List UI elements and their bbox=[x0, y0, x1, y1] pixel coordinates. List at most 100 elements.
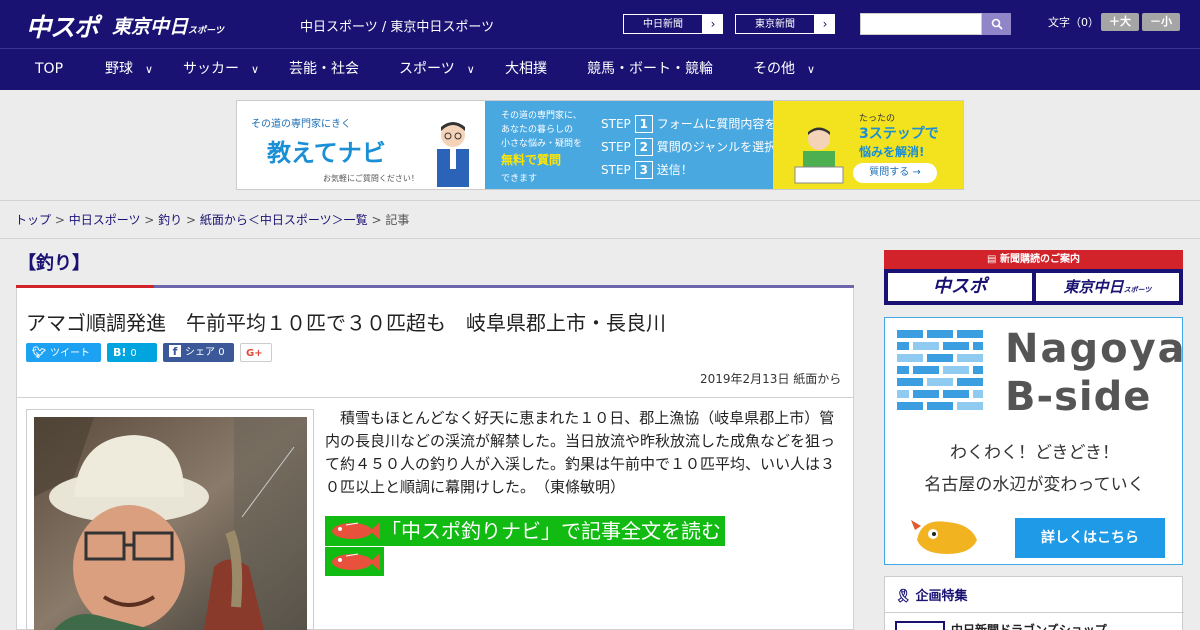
facebook-icon: f bbox=[169, 345, 181, 358]
banner-steps: STEP 1 フォームに質問内容を入力 STEP 2 質問のジャンルを選択 STEP 3 送… bbox=[601, 115, 800, 184]
banner-middle-panel: その道の専門家に、 あなたの暮らしの 小さな悩み・疑問を 無料で質問 できます … bbox=[485, 101, 800, 189]
subscription-header: ▤ 新聞購読のご案内 bbox=[884, 250, 1183, 269]
banner-free-question: 無料で質問 bbox=[501, 153, 562, 167]
font-larger-button[interactable]: ＋大 bbox=[1101, 13, 1139, 31]
tokyo-chunichi-logo[interactable]: 東京中日スポーツ bbox=[112, 12, 224, 39]
breadcrumb: トップ > 中日スポーツ > 釣り > 紙面から＜中日スポーツ＞一覧 > 記事 bbox=[15, 211, 409, 228]
chevron-down-icon: ∨ bbox=[466, 63, 475, 76]
banner-title: 教えてナビ bbox=[267, 139, 386, 167]
nav-label: スポーツ bbox=[399, 61, 455, 77]
banner-intro-line: 小さな悩み・疑問を bbox=[501, 139, 583, 149]
breadcrumb-link[interactable]: 紙面から＜中日スポーツ＞一覧 bbox=[200, 213, 368, 227]
banner-left-panel: その道の専門家にきく 教えてナビ お気軽にご質問ください！ bbox=[237, 101, 485, 189]
nav-label: 競馬・ボート・競輪 bbox=[587, 61, 713, 77]
bside-title-2: B-side bbox=[1005, 374, 1152, 420]
ebi-fry-mascot-icon bbox=[911, 520, 977, 554]
nav-label: 大相撲 bbox=[505, 61, 547, 77]
consultant-illustration-icon bbox=[437, 122, 469, 187]
article-date: 2019年2月13日 紙面から bbox=[700, 372, 842, 386]
chuspo-logo[interactable]: 中スポ bbox=[26, 8, 99, 44]
step-number: 3 bbox=[634, 161, 653, 179]
subscribe-chuspo-link[interactable]: 中スポ bbox=[888, 273, 1032, 301]
breadcrumb-link[interactable]: トップ bbox=[15, 213, 51, 227]
subscribe-tokyo-suffix: スポーツ bbox=[1123, 286, 1152, 294]
nav-item-top[interactable]: TOP bbox=[35, 49, 63, 90]
subscribe-tokyo-label: 東京中日 bbox=[1063, 278, 1124, 296]
banner-intro-line: あなたの暮らしの bbox=[501, 125, 574, 135]
bside-details-button[interactable]: 詳しくはこちら bbox=[1015, 518, 1165, 558]
article-headline: アマゴ順調発進 午前平均１０匹で３０匹超も 岐阜県郡上市・長良川 bbox=[26, 311, 666, 335]
banner-step: STEP 3 送信！ bbox=[601, 161, 800, 179]
fish-icon bbox=[332, 553, 380, 571]
banner-available: できます bbox=[501, 174, 538, 184]
google-plus-button[interactable]: G+ bbox=[240, 343, 272, 362]
font-smaller-button[interactable]: －小 bbox=[1142, 13, 1180, 31]
step-prefix: STEP bbox=[601, 117, 631, 131]
chunichi-shimbun-link[interactable]: 中日新聞 › bbox=[622, 13, 724, 35]
brick-wall-icon bbox=[897, 330, 983, 410]
nav-label: 野球 bbox=[105, 61, 133, 77]
main-nav: TOP 野球 ∨ サッカー ∨ 芸能・社会 スポーツ ∨ 大相撲 競馬・ボート・競輪 … bbox=[0, 48, 1200, 90]
breadcrumb-link[interactable]: 釣り bbox=[158, 213, 182, 227]
facebook-share-button[interactable]: f シェア 0 bbox=[163, 343, 234, 362]
nav-item-baseball[interactable]: 野球 ∨ bbox=[105, 49, 153, 90]
banner-lead: その道の専門家にきく bbox=[251, 119, 351, 130]
step-text: 送信！ bbox=[656, 163, 693, 177]
breadcrumb-separator: > bbox=[182, 213, 200, 227]
tokyo-shimbun-link[interactable]: 東京新聞 › bbox=[734, 13, 836, 35]
tweet-label: ツイート bbox=[49, 348, 90, 359]
read-more-link[interactable]: 「中スポ釣りナビ」で記事全文を読む bbox=[325, 516, 807, 576]
fish-icon bbox=[332, 522, 380, 540]
article-paragraph: 積雪もほとんどなく好天に恵まれた１０日、郡上漁協（岐阜県郡上市）管内の長良川など… bbox=[325, 409, 836, 496]
chevron-right-icon: › bbox=[703, 14, 723, 34]
article-category: 【釣り】 bbox=[18, 253, 90, 274]
nav-item-keiba[interactable]: 競馬・ボート・競輪 bbox=[587, 49, 713, 90]
oshiete-navi-banner[interactable]: その道の専門家にきく 教えてナビ お気軽にご質問ください！ その道の専門家に、 … bbox=[236, 100, 964, 190]
chunichi-shimbun-label: 中日新聞 bbox=[623, 14, 703, 34]
site-title: 中日スポーツ / 東京中日スポーツ bbox=[300, 20, 495, 35]
nav-label: サッカー bbox=[183, 61, 239, 77]
divider bbox=[0, 238, 1200, 239]
banner-ask-button[interactable]: 質問する → bbox=[853, 163, 937, 183]
nav-label: その他 bbox=[753, 61, 795, 77]
nagoya-bside-ad[interactable]: Nagoya B-side わくわく！どきどき！ 名古屋の水辺が変わっていく 詳… bbox=[884, 317, 1185, 565]
special-features-box: 🎗︎ 企画特集 中日新聞ドラゴンズショップ bbox=[884, 576, 1184, 630]
hatena-bookmark-button[interactable]: B! 0 bbox=[107, 343, 157, 362]
special-features-header: 🎗︎ 企画特集 bbox=[895, 585, 968, 604]
tokyo-shimbun-label: 東京新聞 bbox=[735, 14, 815, 34]
chevron-right-icon: › bbox=[815, 14, 835, 34]
special-feature-item[interactable]: 中日新聞ドラゴンズショップ bbox=[951, 621, 1107, 630]
font-size-label: 文字（0） bbox=[1048, 16, 1099, 29]
search-input[interactable] bbox=[860, 13, 982, 35]
bside-tagline-2: 名古屋の水辺が変わっていく bbox=[924, 475, 1145, 495]
breadcrumb-link[interactable]: 中日スポーツ bbox=[69, 213, 141, 227]
search-button[interactable] bbox=[982, 13, 1011, 35]
facebook-share-label: シェア bbox=[185, 347, 215, 358]
step-number: 1 bbox=[634, 115, 653, 133]
article-body: 積雪もほとんどなく好天に恵まれた１０日、郡上漁協（岐阜県郡上市）管内の長良川など… bbox=[325, 407, 843, 499]
nav-item-soccer[interactable]: サッカー ∨ bbox=[183, 49, 259, 90]
nav-item-entertainment[interactable]: 芸能・社会 bbox=[289, 49, 359, 90]
breadcrumb-current: 記事 bbox=[385, 213, 410, 227]
nav-item-other[interactable]: その他 ∨ bbox=[753, 49, 815, 90]
top-header: 中スポ 東京中日スポーツ 中日スポーツ / 東京中日スポーツ 中日新聞 › 東京… bbox=[0, 0, 1200, 48]
banner-step: STEP 1 フォームに質問内容を入力 bbox=[601, 115, 800, 133]
banner-note: お気軽にご質問ください！ bbox=[323, 174, 419, 183]
subscribe-tokyo-link[interactable]: 東京中日スポーツ bbox=[1036, 273, 1179, 301]
dragons-shop-thumbnail[interactable] bbox=[895, 621, 945, 630]
nav-item-sports[interactable]: スポーツ ∨ bbox=[399, 49, 475, 90]
step-text: 質問のジャンルを選択 bbox=[656, 140, 777, 154]
step-number: 2 bbox=[634, 138, 653, 156]
newspaper-icon: ▤ bbox=[987, 254, 1000, 265]
subscription-banner[interactable]: ▤ 新聞購読のご案内 中スポ 東京中日スポーツ bbox=[884, 250, 1183, 305]
nav-item-sumo[interactable]: 大相撲 bbox=[505, 49, 547, 90]
banner-intro: その道の専門家に、 あなたの暮らしの 小さな悩み・疑問を bbox=[501, 109, 582, 151]
banner-intro-line: その道の専門家に、 bbox=[501, 111, 582, 121]
nav-label: TOP bbox=[35, 61, 64, 77]
tweet-button[interactable]: 🐦︎ ツイート bbox=[26, 343, 101, 362]
banner-c-main: 3ステップで bbox=[859, 126, 939, 142]
hatena-bookmark-icon: B! bbox=[113, 346, 127, 359]
article-photo[interactable] bbox=[34, 417, 307, 630]
chevron-down-icon: ∨ bbox=[807, 63, 816, 76]
chevron-down-icon: ∨ bbox=[251, 63, 260, 76]
